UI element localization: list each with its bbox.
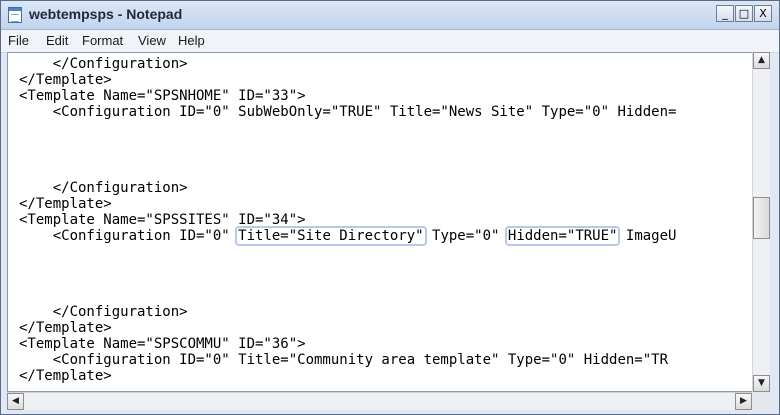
text-line: <Template Name="SPSNHOME" ID="33"> bbox=[19, 88, 306, 104]
close-button[interactable]: X bbox=[754, 5, 772, 22]
line-prefix: <Configuration ID="0" bbox=[19, 228, 239, 244]
scroll-up-arrow-icon[interactable]: ▲ bbox=[753, 52, 770, 69]
minimize-button[interactable]: _ bbox=[716, 5, 734, 22]
scroll-down-arrow-icon[interactable]: ▼ bbox=[753, 375, 770, 392]
vertical-scrollbar[interactable]: ▲ ▼ bbox=[752, 52, 770, 392]
scroll-right-arrow-icon[interactable]: ▶ bbox=[735, 393, 752, 410]
text-line: </Configuration> bbox=[19, 180, 188, 196]
text-editor[interactable]: </Configuration> </Template> <Template N… bbox=[7, 52, 770, 392]
text-line: </Template> bbox=[19, 320, 112, 336]
text-line: <Configuration ID="0" SubWebOnly="TRUE" … bbox=[19, 104, 677, 120]
menu-edit[interactable]: Edit bbox=[46, 33, 68, 48]
menu-view[interactable]: View bbox=[138, 33, 166, 48]
menu-bar: File Edit Format View Help bbox=[1, 30, 779, 53]
resize-grip[interactable] bbox=[752, 392, 770, 410]
text-line: </Template> bbox=[19, 196, 112, 212]
horizontal-scrollbar[interactable]: ◀ ▶ bbox=[7, 392, 752, 410]
text-line-highlighted: <Configuration ID="0" Title="Site Direct… bbox=[19, 226, 677, 246]
text-line: </Template> bbox=[19, 368, 112, 384]
window-title: webtempsps - Notepad bbox=[29, 6, 183, 22]
vertical-scroll-thumb[interactable] bbox=[753, 197, 770, 239]
menu-file[interactable]: File bbox=[8, 33, 29, 48]
title-attribute-highlight: Title="Site Directory" bbox=[235, 226, 427, 246]
text-line: </Configuration> bbox=[19, 56, 188, 72]
maximize-button[interactable]: □ bbox=[735, 5, 753, 22]
menu-help[interactable]: Help bbox=[178, 33, 205, 48]
text-line: <Template Name="SPSCOMMU" ID="36"> bbox=[19, 336, 306, 352]
title-bar[interactable]: webtempsps - Notepad _ □ X bbox=[1, 1, 779, 30]
notepad-icon bbox=[8, 7, 22, 23]
text-line: </Configuration> bbox=[19, 304, 188, 320]
hidden-attribute-highlight: Hidden="TRUE" bbox=[504, 226, 621, 246]
caption-buttons: _ □ X bbox=[716, 5, 772, 22]
scroll-left-arrow-icon[interactable]: ◀ bbox=[7, 393, 24, 410]
line-middle: Type="0" bbox=[423, 228, 508, 244]
menu-format[interactable]: Format bbox=[82, 33, 123, 48]
text-line: </Template> bbox=[19, 72, 112, 88]
line-suffix: ImageU bbox=[617, 228, 677, 244]
text-line: <Configuration ID="0" Title="Community a… bbox=[19, 352, 669, 368]
